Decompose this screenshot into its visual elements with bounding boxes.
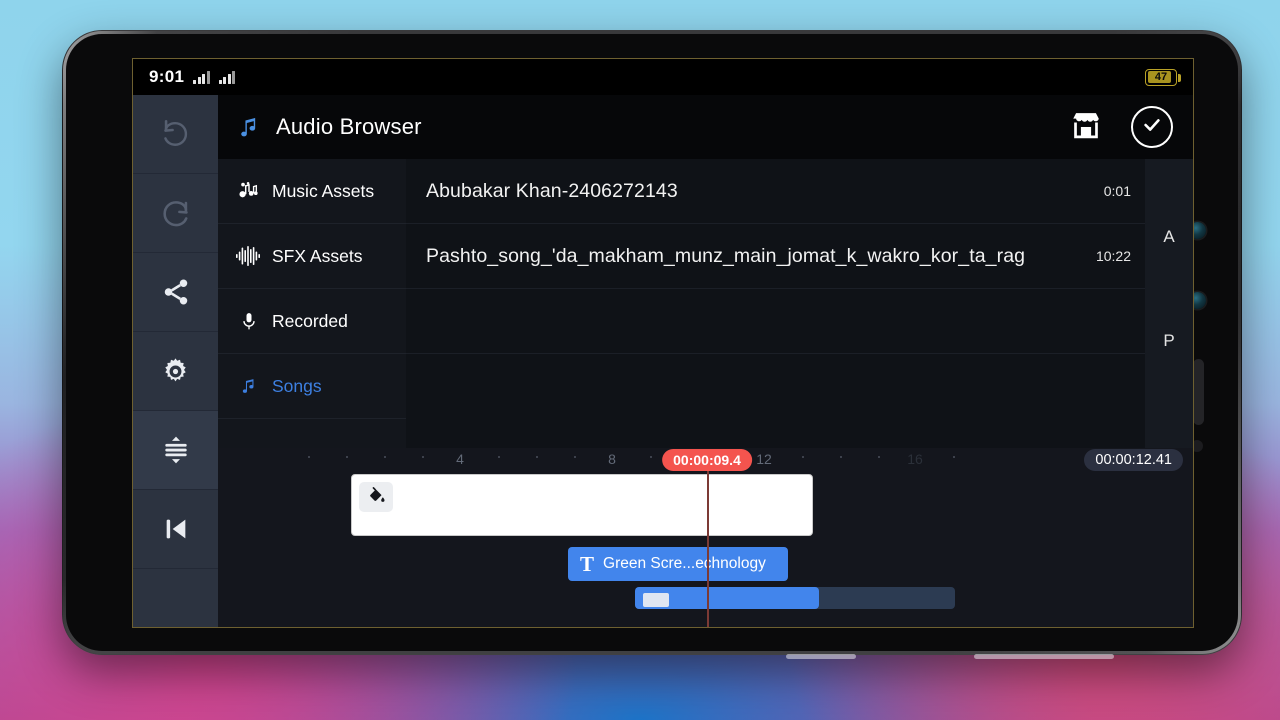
sidebar-item-label: Music Assets xyxy=(272,180,375,201)
timeline-ruler[interactable]: 4 8 12 16 00:00:09.4 00:00:12.41 xyxy=(218,448,1193,474)
phone-device-frame: 9:01 47 Audio Browser Music Assets SFX A… xyxy=(62,30,1242,659)
signal-bars-secondary-icon xyxy=(218,70,236,84)
alpha-index-a[interactable]: A xyxy=(1163,227,1174,247)
table-row-empty xyxy=(406,289,1145,354)
app-body: Audio Browser Music Assets SFX Assets Re… xyxy=(133,95,1193,627)
paint-bucket-icon xyxy=(367,485,386,509)
redo-button[interactable] xyxy=(133,174,218,253)
page-title: Audio Browser xyxy=(276,114,422,139)
phone-screen: 9:01 47 Audio Browser Music Assets SFX A… xyxy=(132,58,1194,628)
waveform-icon xyxy=(236,245,262,267)
sidebar-item-label: Songs xyxy=(272,375,322,396)
undo-icon xyxy=(159,117,193,151)
sidebar-item-songs[interactable]: Songs xyxy=(218,354,406,419)
device-bottom-highlight-2 xyxy=(974,654,1114,659)
status-bar-top: 9:01 47 xyxy=(133,59,1193,95)
music-note-icon xyxy=(236,113,262,141)
confirm-button[interactable] xyxy=(1131,106,1173,148)
total-duration-badge: 00:00:12.41 xyxy=(1084,449,1183,471)
expand-tracks-button[interactable] xyxy=(133,411,218,490)
timeline-audio-clip[interactable] xyxy=(635,587,819,609)
store-icon xyxy=(1069,108,1103,147)
ruler-label: 4 xyxy=(456,451,464,467)
timeline-panel[interactable]: 4 8 12 16 00:00:09.4 00:00:12.41 T Green… xyxy=(218,448,1193,627)
alphabet-index[interactable]: A P xyxy=(1145,159,1193,448)
device-bottom-highlight-1 xyxy=(786,654,856,659)
timeline-text-clip[interactable]: T Green Scre...echnology xyxy=(568,547,788,581)
ruler-label: 16 xyxy=(907,451,923,467)
skip-to-start-icon xyxy=(160,513,192,545)
table-row[interactable]: Pashto_song_'da_makham_munz_main_jomat_k… xyxy=(406,224,1145,289)
timeline-clip-background[interactable] xyxy=(351,474,813,536)
track-duration: 10:22 xyxy=(1095,248,1131,264)
sidebar-item-label: SFX Assets xyxy=(272,245,363,266)
signal-bars-icon xyxy=(193,70,210,84)
audio-browser-header: Audio Browser xyxy=(218,95,1193,159)
fill-color-button[interactable] xyxy=(359,482,393,512)
music-note-icon xyxy=(236,375,262,397)
settings-button[interactable] xyxy=(133,332,218,411)
redo-icon xyxy=(159,196,193,230)
table-row[interactable]: Abubakar Khan-2406272143 0:01 xyxy=(406,159,1145,224)
store-button[interactable] xyxy=(1069,108,1103,147)
gear-icon xyxy=(160,356,191,387)
side-button[interactable] xyxy=(1193,359,1204,425)
sidebar-item-sfx-assets[interactable]: SFX Assets xyxy=(218,224,406,289)
playhead-line[interactable] xyxy=(707,467,709,627)
battery-level-label: 47 xyxy=(1154,71,1168,83)
audio-browser-body: Music Assets SFX Assets Recorded Songs A… xyxy=(218,159,1193,448)
track-name: Abubakar Khan-2406272143 xyxy=(426,179,678,202)
ruler-label: 12 xyxy=(756,451,772,467)
main-panel: Audio Browser Music Assets SFX Assets Re… xyxy=(218,95,1193,627)
undo-button[interactable] xyxy=(133,95,218,174)
text-clip-label: Green Scre...echnology xyxy=(603,555,766,572)
track-name: Pashto_song_'da_makham_munz_main_jomat_k… xyxy=(426,244,1026,267)
track-list: Abubakar Khan-2406272143 0:01 Pashto_son… xyxy=(406,159,1145,448)
ruler-label: 8 xyxy=(608,451,616,467)
status-time: 9:01 xyxy=(149,67,185,86)
track-duration: 0:01 xyxy=(1103,183,1131,199)
microphone-icon xyxy=(236,310,262,333)
sidebar-item-label: Recorded xyxy=(272,310,348,331)
sidebar-item-music-assets[interactable]: Music Assets xyxy=(218,159,406,224)
sidebar-item-recorded[interactable]: Recorded xyxy=(218,289,406,354)
playhead-time-badge: 00:00:09.4 xyxy=(662,449,752,471)
battery-icon: 47 xyxy=(1145,68,1181,86)
share-icon xyxy=(161,277,191,307)
browser-nav-column: Music Assets SFX Assets Recorded Songs xyxy=(218,159,406,448)
music-assets-icon xyxy=(236,180,262,202)
left-toolbar xyxy=(133,95,218,627)
check-circle-icon xyxy=(1141,114,1163,141)
text-T-icon: T xyxy=(580,551,595,576)
table-row-empty xyxy=(406,354,1145,419)
skip-to-start-button[interactable] xyxy=(133,490,218,569)
expand-tracks-icon xyxy=(160,434,192,466)
share-button[interactable] xyxy=(133,253,218,332)
alpha-index-p[interactable]: P xyxy=(1163,331,1174,351)
